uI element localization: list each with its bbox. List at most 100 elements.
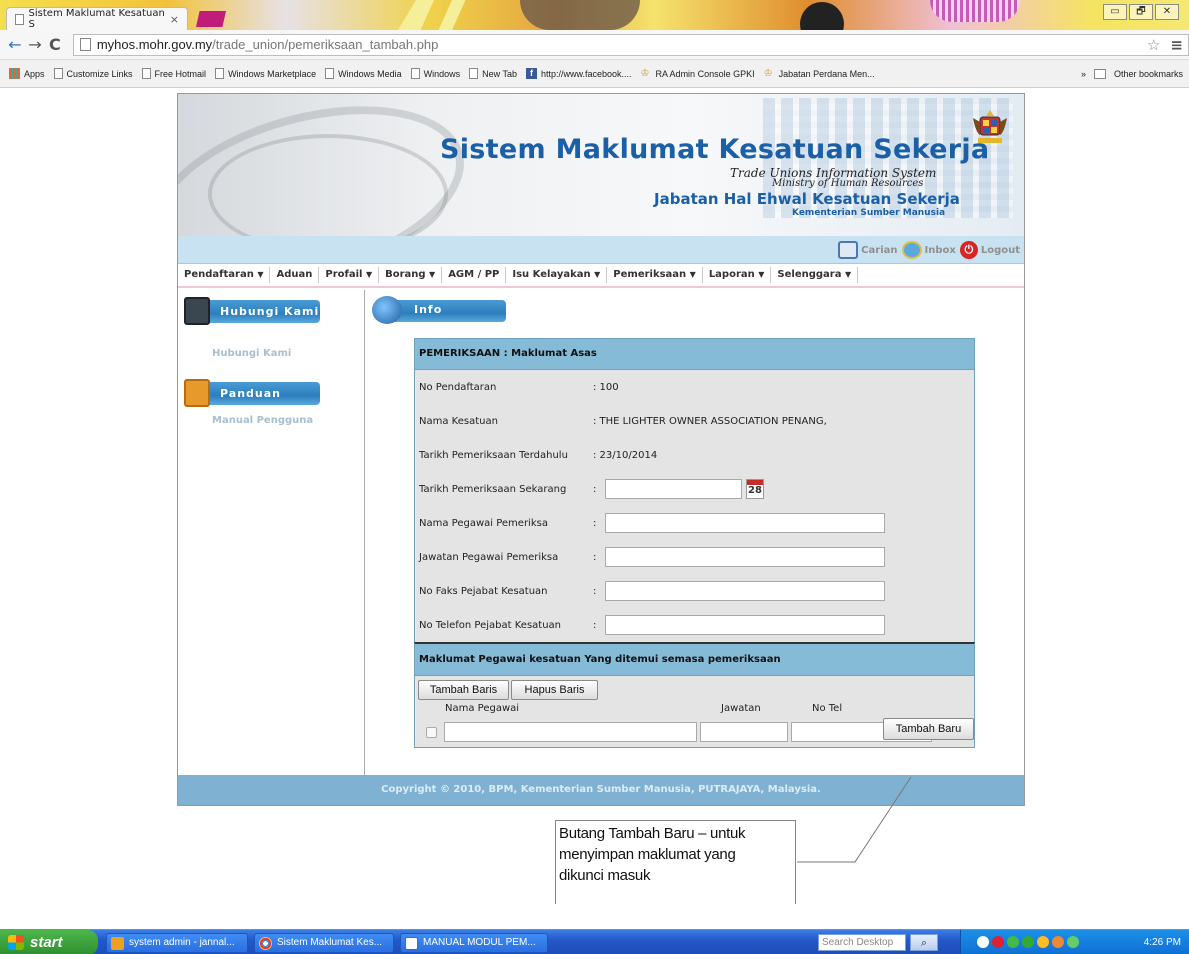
- bookmark-windows[interactable]: Windows: [410, 68, 460, 79]
- crest-icon: ♔: [640, 68, 650, 79]
- browser-tab-active[interactable]: Sistem Maklumat Kesatuan S ×: [6, 7, 188, 30]
- add-row-button[interactable]: Tambah Baris: [418, 680, 509, 700]
- column-header-no-tel: No Tel: [812, 703, 843, 714]
- theme-decoration: [930, 0, 1020, 22]
- bookmark-new-tab[interactable]: New Tab: [469, 68, 517, 79]
- registration-number-value: : 100: [593, 381, 619, 393]
- menu-selenggara[interactable]: Selenggara ▼: [771, 267, 859, 283]
- site-title: Sistem Maklumat Kesatuan Sekerja: [440, 134, 990, 165]
- officer-name-input[interactable]: [444, 722, 697, 742]
- taskbar-item-chrome[interactable]: Sistem Maklumat Kes...: [254, 933, 394, 953]
- globe-icon: [372, 296, 402, 324]
- bookmark-free-hotmail[interactable]: Free Hotmail: [141, 68, 206, 79]
- minimize-button[interactable]: ▭: [1103, 4, 1127, 20]
- site-banner: Sistem Maklumat Kesatuan Sekerja Trade U…: [178, 94, 1024, 236]
- menu-profail[interactable]: Profail ▼: [319, 267, 380, 283]
- new-tab-button[interactable]: [196, 11, 226, 27]
- crest-icon: ♔: [763, 68, 773, 79]
- menu-isu-kelayakan[interactable]: Isu Kelayakan ▼: [506, 267, 608, 283]
- chevron-down-icon: ▼: [257, 270, 264, 279]
- calendar-icon[interactable]: 28: [746, 479, 764, 499]
- bookmark-customize-links[interactable]: Customize Links: [53, 68, 133, 79]
- menu-pendaftaran[interactable]: Pendaftaran ▼: [178, 267, 271, 283]
- guide-section-header: Panduan: [184, 379, 320, 407]
- menu-icon[interactable]: ≡: [1170, 36, 1183, 54]
- field-row-nama-pegawai: Nama Pegawai Pemeriksa :: [415, 506, 974, 540]
- field-row-no-pendaftaran: No Pendaftaran : 100: [419, 381, 619, 393]
- url-host: myhos.mohr.gov.my: [96, 37, 213, 52]
- bookmark-facebook[interactable]: f http://www.facebook....: [526, 68, 632, 79]
- tray-icon[interactable]: [1037, 936, 1049, 948]
- menu-pemeriksaan[interactable]: Pemeriksaan ▼: [607, 267, 703, 283]
- theme-decoration: [520, 0, 640, 30]
- tray-icon[interactable]: [1022, 936, 1034, 948]
- close-window-button[interactable]: ✕: [1155, 4, 1179, 20]
- desktop-search-input[interactable]: Search Desktop: [818, 934, 906, 951]
- inspector-position-input[interactable]: [605, 547, 885, 567]
- taskbar-item-outlook[interactable]: system admin - jannal...: [106, 933, 248, 953]
- inbox-link[interactable]: Inbox: [901, 241, 956, 259]
- tray-icon[interactable]: [977, 936, 989, 948]
- menu-borang[interactable]: Borang ▼: [379, 267, 443, 283]
- browser-toolbar: ← → C myhos.mohr.gov.my/trade_union/peme…: [0, 30, 1189, 60]
- page-icon: [141, 68, 151, 79]
- address-bar[interactable]: myhos.mohr.gov.my/trade_union/pemeriksaa…: [72, 33, 1189, 56]
- reload-icon[interactable]: C: [45, 35, 65, 54]
- logout-link[interactable]: ⏻ Logout: [959, 241, 1020, 259]
- current-inspection-date-input[interactable]: [605, 479, 742, 499]
- back-arrow-icon[interactable]: ←: [5, 35, 25, 54]
- bookmark-windows-media[interactable]: Windows Media: [325, 68, 402, 79]
- windows-taskbar: start system admin - jannal... Sistem Ma…: [0, 929, 1189, 954]
- officers-section-title: Maklumat Pegawai kesatuan Yang ditemui s…: [414, 642, 975, 676]
- field-row-no-telefon: No Telefon Pejabat Kesatuan :: [415, 608, 974, 642]
- delete-row-button[interactable]: Hapus Baris: [511, 680, 598, 700]
- column-header-jawatan: Jawatan: [721, 703, 761, 714]
- theme-decoration: [398, 0, 466, 30]
- bookmark-windows-marketplace[interactable]: Windows Marketplace: [215, 68, 316, 79]
- page-icon: [410, 68, 420, 79]
- user-manual-link[interactable]: Manual Pengguna: [212, 415, 313, 426]
- chevron-down-icon: ▼: [594, 270, 601, 279]
- search-icon[interactable]: ⌕: [910, 934, 938, 951]
- tab-close-icon[interactable]: ×: [170, 13, 179, 26]
- clock: 4:26 PM: [1143, 937, 1181, 948]
- section-title: PEMERIKSAAN : Maklumat Asas: [414, 338, 975, 370]
- inspection-form: PEMERIKSAAN : Maklumat Asas No Pendaftar…: [414, 338, 975, 758]
- union-phone-input[interactable]: [605, 615, 885, 635]
- field-row-jawatan-pegawai: Jawatan Pegawai Pemeriksa :: [415, 540, 974, 574]
- document-icon: [405, 937, 418, 950]
- officer-position-input[interactable]: [700, 722, 788, 742]
- tray-icon[interactable]: [1067, 936, 1079, 948]
- bookmarks-overflow-icon[interactable]: »: [1081, 69, 1086, 79]
- footer-copyright: Copyright © 2010, BPM, Kementerian Sumbe…: [178, 775, 1024, 805]
- start-button[interactable]: start: [0, 930, 98, 954]
- tray-icon[interactable]: [992, 936, 1004, 948]
- chevron-down-icon: ▼: [365, 270, 373, 279]
- bookmark-apps[interactable]: Apps: [9, 68, 45, 79]
- star-icon[interactable]: ☆: [1147, 36, 1160, 54]
- inspector-name-input[interactable]: [605, 513, 885, 533]
- union-fax-input[interactable]: [605, 581, 885, 601]
- outlook-icon: [111, 937, 124, 950]
- bookmark-jabatan-perdana[interactable]: ♔ Jabatan Perdana Men...: [764, 68, 875, 79]
- contact-link[interactable]: Hubungi Kami: [212, 348, 291, 359]
- maximize-button[interactable]: 🗗: [1129, 4, 1153, 20]
- page-icon: [325, 68, 335, 79]
- bookmark-ra-admin[interactable]: ♔ RA Admin Console GPKI: [641, 68, 755, 79]
- annotation-line: menyimpan maklumat yang: [559, 846, 736, 863]
- forward-arrow-icon[interactable]: →: [25, 35, 45, 54]
- row-select-checkbox[interactable]: [426, 727, 437, 738]
- taskbar-item-document[interactable]: MANUAL MODUL PEM...: [400, 933, 548, 953]
- folder-icon: [1093, 68, 1106, 79]
- windows-logo-icon: [8, 935, 24, 950]
- menu-agm-pp[interactable]: AGM / PP: [442, 267, 507, 283]
- menu-laporan[interactable]: Laporan ▼: [703, 267, 772, 283]
- tray-icon[interactable]: [1052, 936, 1064, 948]
- add-new-button[interactable]: Tambah Baru: [883, 718, 974, 740]
- tray-icon[interactable]: [1007, 936, 1019, 948]
- other-bookmarks[interactable]: Other bookmarks: [1114, 69, 1183, 79]
- inbox-icon: [901, 241, 922, 259]
- menu-aduan[interactable]: Aduan: [270, 267, 320, 283]
- field-row-tarikh-sekarang: Tarikh Pemeriksaan Sekarang : 28: [415, 472, 974, 506]
- search-link[interactable]: Carian: [838, 241, 898, 259]
